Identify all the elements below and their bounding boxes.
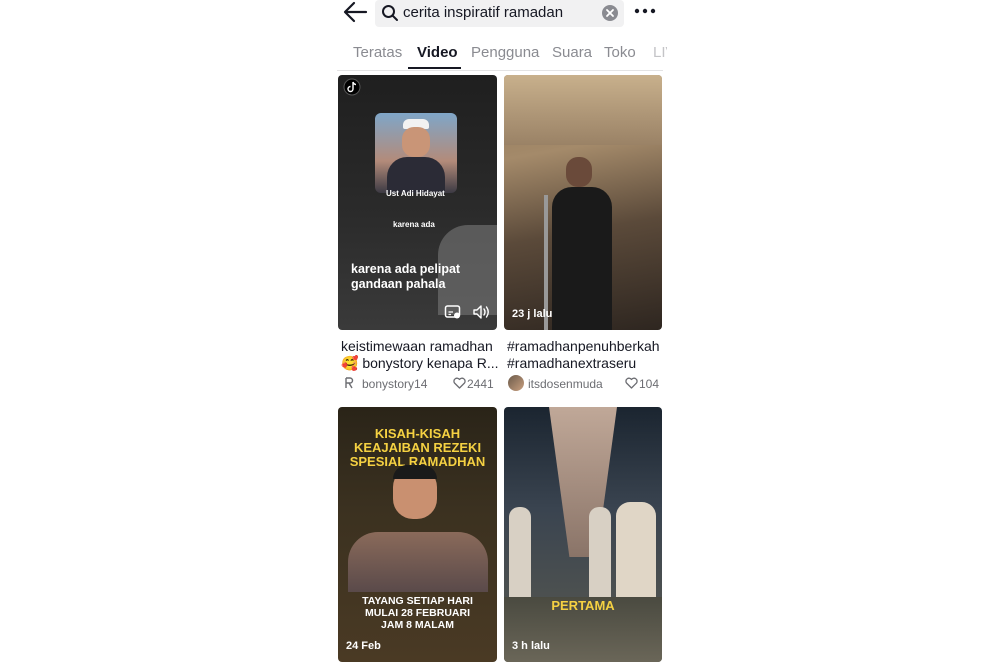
emoji: 🥰 (341, 355, 359, 371)
speaker-head (566, 157, 592, 187)
video-overlay-text-1: karena ada pelipat (351, 262, 461, 276)
search-icon (382, 5, 398, 21)
figure-middle (589, 507, 611, 597)
user-avatar[interactable] (508, 375, 524, 391)
speaker-body (552, 187, 612, 330)
like-count: 104 (639, 377, 660, 391)
video-thumbnail[interactable]: 23 j lalu (504, 75, 662, 330)
show-title-1: KISAH-KISAH (374, 426, 461, 441)
tab-video[interactable]: Video (417, 44, 458, 61)
posted-time: 24 Feb (346, 640, 381, 652)
show-title-2: KEAJAIBAN REZEKI (353, 440, 482, 455)
tab-teratas[interactable]: Teratas (353, 44, 402, 61)
tiktok-logo-icon (343, 78, 361, 96)
audience-group (348, 532, 488, 592)
video-overlay-text-2: gandaan pahala (351, 277, 446, 291)
speaker-name-label: Ust Adi Hidayat (386, 189, 445, 198)
caption-text: bonystory kenapa R... (362, 355, 499, 371)
back-arrow-icon[interactable] (342, 0, 368, 24)
more-options-icon[interactable] (634, 6, 656, 16)
video-thumbnail[interactable]: KISAH-KISAH KEAJAIBAN REZEKI SPESIAL RAM… (338, 407, 497, 662)
host-cap (393, 465, 437, 479)
tab-live[interactable]: LIV (653, 44, 667, 61)
tab-suara[interactable]: Suara (552, 44, 592, 61)
search-query: cerita inspiratif ramadan (403, 4, 564, 21)
video-caption-line-2[interactable]: 🥰 bonystory kenapa R... (341, 355, 499, 372)
figure-left (509, 507, 531, 597)
video-overlay-text: PERTAMA (551, 598, 615, 613)
user-avatar-icon[interactable] (342, 376, 356, 390)
video-thumbnail[interactable]: PERTAMA 3 h lalu (504, 407, 662, 662)
video-caption-line-1[interactable]: #ramadhanpenuhberkah (507, 338, 660, 355)
search-input[interactable]: cerita inspiratif ramadan (375, 0, 624, 27)
video-thumbnail[interactable]: Ust Adi Hidayat karena ada karena ada pe… (338, 75, 497, 330)
posted-time: 3 h lalu (512, 640, 550, 652)
volume-icon[interactable] (472, 304, 492, 320)
posted-time: 23 j lalu (512, 308, 553, 320)
speaker-image (375, 113, 457, 193)
heart-icon (625, 377, 638, 389)
video-caption-line-2[interactable]: #ramadhanextraseru (507, 355, 636, 372)
ceiling-bg (504, 75, 662, 145)
video-caption-line-1[interactable]: keistimewaan ramadhan (341, 338, 493, 355)
like-count: 2441 (467, 377, 494, 391)
username[interactable]: bonystory14 (362, 377, 427, 391)
schedule-line-2: MULAI 28 FEBRUARI (364, 607, 470, 619)
schedule-line-1: TAYANG SETIAP HARI (362, 595, 473, 607)
username[interactable]: itsdosenmuda (528, 377, 603, 391)
captions-icon[interactable] (444, 304, 462, 320)
active-tab-indicator (408, 67, 461, 69)
clear-search-icon[interactable] (602, 5, 618, 21)
tab-pengguna[interactable]: Pengguna (471, 44, 539, 61)
tab-toko[interactable]: Toko (604, 44, 636, 61)
figure-right (616, 502, 656, 612)
subtitle-small: karena ada (393, 220, 435, 229)
schedule-line-3: JAM 8 MALAM (381, 619, 454, 631)
heart-icon (453, 377, 466, 389)
tabs-divider (337, 70, 663, 71)
